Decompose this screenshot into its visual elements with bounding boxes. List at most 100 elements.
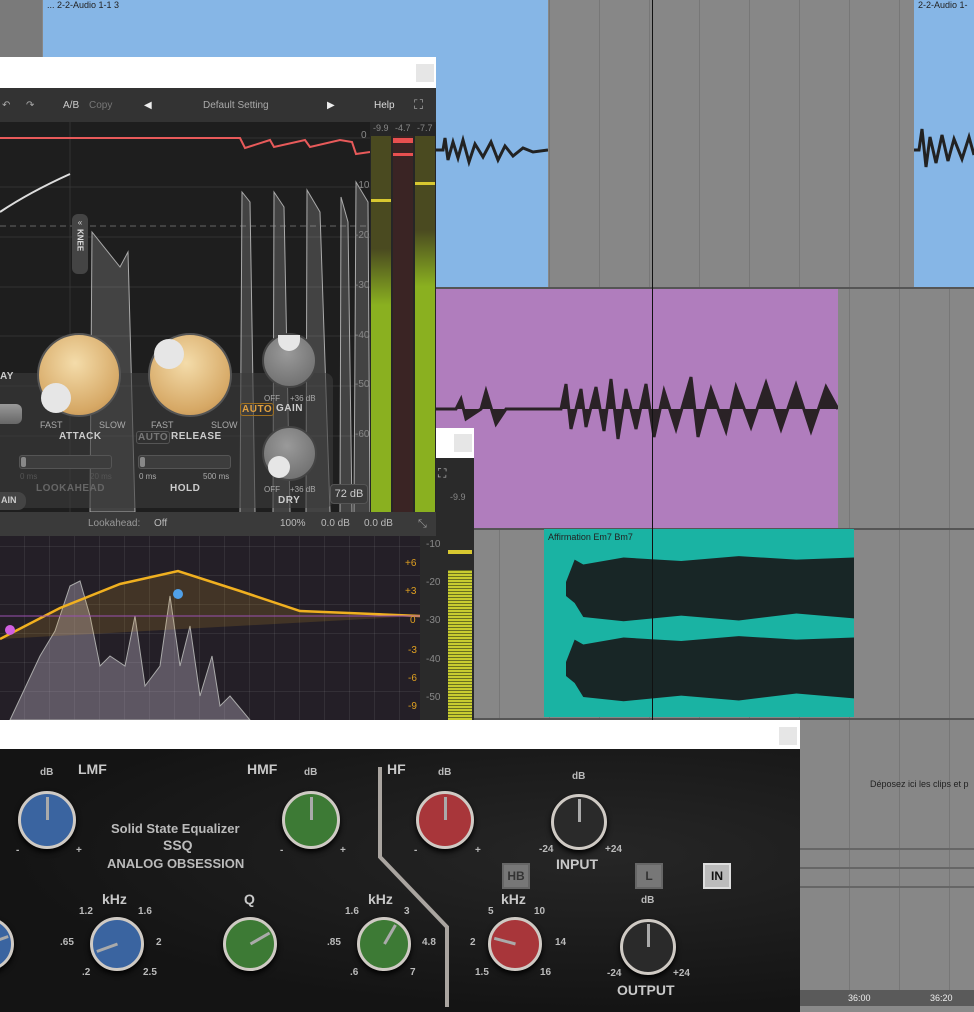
hold-label: HOLD	[170, 483, 201, 494]
playhead[interactable]	[652, 0, 653, 720]
lookahead-slider[interactable]	[19, 455, 112, 469]
db-tick: -10	[355, 180, 370, 191]
freq-tick: 4.8	[422, 937, 436, 948]
hf-label: HF	[387, 761, 406, 777]
freq-tick: 10	[534, 906, 546, 917]
audio-clip[interactable]	[436, 289, 838, 528]
input-knob[interactable]	[551, 794, 607, 850]
db-label: dB	[438, 767, 452, 778]
resize-icon[interactable]: ⤡	[418, 518, 427, 531]
lookahead-status-value[interactable]: Off	[154, 518, 167, 529]
level-meter	[448, 570, 472, 720]
plus-label: +	[76, 845, 82, 856]
lf-knob[interactable]	[0, 917, 14, 971]
knob-indicator	[154, 339, 184, 369]
mix-value[interactable]: 100%	[280, 518, 306, 529]
hmf-q-knob[interactable]	[223, 917, 277, 971]
timeline-ruler[interactable]: 36:00 36:20	[800, 990, 974, 1006]
auto-release-toggle[interactable]: AUTO	[136, 431, 171, 444]
mode-button[interactable]	[0, 404, 22, 424]
freq-tick: 1.6	[345, 906, 359, 917]
attack-knob[interactable]	[37, 333, 121, 417]
lookahead-max: 20 ms	[90, 472, 112, 481]
close-button[interactable]	[454, 434, 472, 452]
close-button[interactable]	[779, 727, 797, 745]
db-label: dB	[641, 895, 655, 906]
product-model: SSQ	[163, 837, 193, 853]
compressor-window-titlebar[interactable]	[0, 57, 436, 88]
khz-label: kHz	[368, 891, 393, 907]
eq-graph[interactable]	[0, 536, 421, 721]
gain-knob[interactable]	[262, 333, 317, 388]
lookahead-status-label: Lookahead:	[88, 518, 141, 529]
track-header	[0, 0, 42, 60]
gain-button[interactable]: AIN	[0, 492, 26, 510]
auto-gain-toggle[interactable]: AUTO	[240, 403, 275, 416]
input-gain-value[interactable]: 0.0 dB	[321, 518, 350, 529]
dry-label: DRY	[278, 495, 301, 506]
level-tick: -30	[426, 615, 441, 626]
attack-label: ATTACK	[59, 431, 102, 442]
range-button[interactable]: 72 dB	[330, 484, 368, 504]
eq-band-handle	[173, 589, 183, 599]
lmf-gain-knob[interactable]	[18, 791, 76, 849]
release-label: RELEASE	[171, 431, 222, 442]
gain-max: +36 dB	[290, 394, 316, 403]
fullscreen-icon[interactable]: ⛶	[414, 97, 423, 113]
db-label: dB	[572, 771, 586, 782]
clip-name: Affirmation Em7 Bm7	[548, 532, 633, 542]
release-knob[interactable]	[148, 333, 232, 417]
redo-icon[interactable]: ↷	[26, 100, 34, 111]
knee-button[interactable]: « KNEE	[72, 214, 88, 274]
freq-tick: 2	[156, 937, 162, 948]
hold-slider[interactable]	[138, 455, 231, 469]
prev-preset-button[interactable]: ◀	[144, 100, 152, 111]
audio-clip[interactable]: 2-2-Audio 1-	[914, 0, 974, 287]
plugin-footer: Lookahead: Off 100% 0.0 dB 0.0 dB ⤡	[0, 512, 436, 536]
l-button[interactable]: L	[635, 863, 663, 889]
hf-gain-knob[interactable]	[416, 791, 474, 849]
plus-label: +	[340, 845, 346, 856]
in-button[interactable]: IN	[703, 863, 731, 889]
output-gain-value[interactable]: 0.0 dB	[364, 518, 393, 529]
next-preset-button[interactable]: ▶	[327, 100, 335, 111]
help-button[interactable]: Help	[374, 100, 395, 111]
level-tick: -20	[426, 577, 441, 588]
hmf-freq-knob[interactable]	[357, 917, 411, 971]
level-tick: -10	[426, 539, 441, 550]
chevron-left-icon: «	[77, 218, 83, 227]
output-knob[interactable]	[620, 919, 676, 975]
brand-name: ANALOG OBSESSION	[107, 856, 245, 871]
knob-indicator	[278, 335, 300, 351]
hb-button[interactable]: HB	[502, 863, 530, 889]
hf-freq-knob[interactable]	[488, 917, 542, 971]
preset-name[interactable]: Default Setting	[203, 100, 269, 111]
hold-max: 500 ms	[203, 472, 230, 481]
divider	[800, 886, 974, 888]
dry-knob[interactable]	[262, 426, 317, 481]
ruler-label: 36:20	[930, 993, 953, 1003]
ab-button[interactable]: A/B	[63, 100, 79, 111]
close-button[interactable]	[416, 64, 434, 82]
khz-label: kHz	[501, 891, 526, 907]
gain-tick: -3	[408, 645, 417, 656]
slider-thumb[interactable]	[21, 457, 26, 467]
fullscreen-icon[interactable]: ⛶	[438, 466, 446, 481]
undo-icon[interactable]: ↶	[2, 100, 10, 111]
freq-tick: 2	[470, 937, 476, 948]
copy-button[interactable]: Copy	[89, 100, 112, 111]
meter-readout: -9.9	[450, 492, 466, 502]
lmf-freq-knob[interactable]	[90, 917, 144, 971]
freq-tick: 1.6	[138, 906, 152, 917]
output-meter	[415, 136, 435, 512]
hmf-gain-knob[interactable]	[282, 791, 340, 849]
audio-clip[interactable]: Affirmation Em7 Bm7	[544, 529, 854, 717]
gain-tick: +6	[405, 558, 417, 569]
slider-thumb[interactable]	[140, 457, 145, 467]
hmf-label: HMF	[247, 761, 278, 777]
peak-hold	[415, 182, 435, 185]
eq-curve	[0, 569, 421, 641]
eq-spectrum	[0, 569, 421, 721]
db-tick: -40	[355, 330, 370, 341]
ssq-window-titlebar[interactable]	[0, 720, 800, 749]
